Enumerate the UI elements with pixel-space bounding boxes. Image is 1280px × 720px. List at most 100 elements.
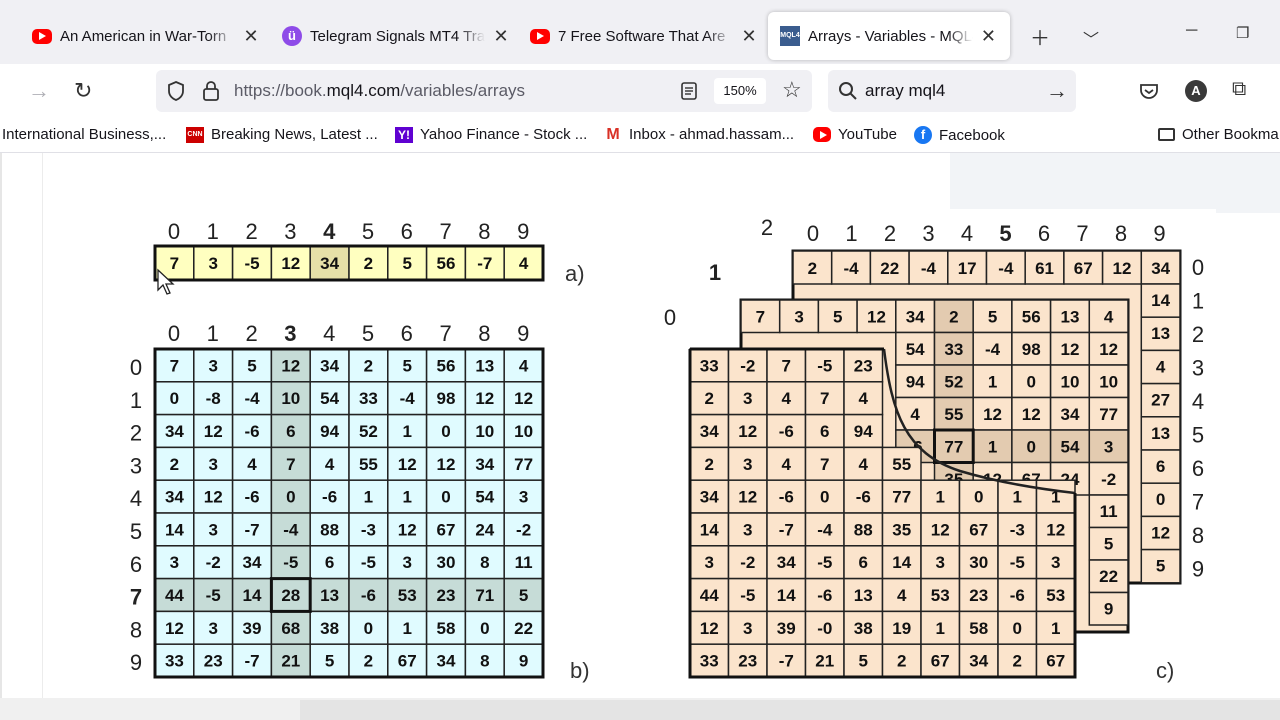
array-2d-cell-value: 5 [325, 652, 334, 671]
row-index-label: 7 [1192, 490, 1204, 515]
reader-view-icon[interactable] [680, 81, 698, 101]
url-text[interactable]: https://book.mql4.com/variables/arrays [234, 81, 525, 101]
array-2d-cell-value: 4 [325, 455, 335, 474]
array-3d-front-cell-value: 94 [854, 422, 873, 441]
folder-icon [1158, 128, 1175, 141]
array-2d-cell-value: 12 [204, 422, 223, 441]
youtube-icon [813, 127, 831, 142]
column-index-label: 4 [323, 219, 336, 244]
array-3d-front-cell-value: 34 [700, 488, 719, 507]
array-3d-mid-cell-value: 13 [1060, 307, 1079, 326]
array-2d-cell-value: 4 [519, 356, 529, 375]
array-3d-mid-cell-value: 10 [1099, 372, 1118, 391]
tab-2[interactable]: 7 Free Software That Are ✕ [518, 12, 771, 60]
bookmark-star-icon[interactable]: ☆ [782, 77, 802, 103]
search-bar[interactable]: array mql4 → [828, 70, 1076, 112]
bookmark-gmail[interactable]: M Inbox - ahmad.hassam... [604, 126, 794, 143]
array-3d-back-cell-value: 27 [1151, 391, 1170, 410]
row-index-label: 6 [1192, 456, 1204, 481]
array-2d-cell-value: 38 [320, 619, 339, 638]
row-index-label: 8 [130, 617, 142, 642]
array-3d-front-cell-value: 4 [782, 455, 792, 474]
array-2d-cell-value: 3 [208, 619, 217, 638]
tab-title: Arrays - Variables - MQL4 [808, 27, 973, 45]
array-2d-cell-value: 23 [204, 652, 223, 671]
bookmark-youtube[interactable]: YouTube [813, 126, 897, 143]
close-icon[interactable]: ✕ [739, 26, 759, 47]
extensions-icon[interactable]: ⧉ [1232, 78, 1246, 101]
bookmark-yahoo-finance[interactable]: Y! Yahoo Finance - Stock ... [395, 126, 587, 143]
go-arrow-icon[interactable]: → [1046, 78, 1068, 104]
shield-icon[interactable] [166, 80, 186, 102]
array-2d-cell-value: -4 [400, 389, 416, 408]
array-3d-front-cell-value: -0 [817, 619, 832, 638]
lock-icon[interactable] [202, 80, 220, 102]
array-2d-cell-value: 1 [364, 488, 373, 507]
array-3d-front-cell-value: -6 [817, 586, 832, 605]
browser-window: An American in War-Torn ✕ ü Telegram Sig… [0, 0, 1280, 720]
array-3d-front-cell-value: -5 [1010, 553, 1025, 572]
reload-icon[interactable]: ↻ [74, 78, 92, 104]
close-icon[interactable]: ✕ [979, 26, 998, 47]
array-3d-back-cell-value: 14 [1151, 291, 1170, 310]
array-2d-cell-value: 39 [243, 619, 262, 638]
array-2d-cell-value: 3 [170, 553, 179, 572]
tab-title: 7 Free Software That Are [558, 27, 726, 45]
array-3d-front-cell-value: 3 [743, 455, 752, 474]
array-2d-cell-value: -6 [361, 586, 376, 605]
array-2d-cell-value: -7 [244, 520, 259, 539]
array-2d-cell-value: 34 [165, 488, 184, 507]
minimize-icon[interactable]: ─ [1186, 22, 1197, 40]
array-2d-cell-value: 0 [441, 488, 450, 507]
array-2d-cell-value: 3 [208, 455, 217, 474]
array-2d-cell-value: 33 [165, 652, 184, 671]
array-3d-back-cell-value: 61 [1035, 259, 1054, 278]
depth-index-label: 2 [761, 215, 773, 240]
array-3d-front-cell-value: 5 [859, 652, 868, 671]
new-tab-plus-icon[interactable]: ＋ [1030, 22, 1050, 51]
restore-window-icon[interactable]: ❐ [1236, 24, 1249, 42]
tab-3-active[interactable]: MQL4 Arrays - Variables - MQL4 ✕ [768, 12, 1010, 60]
column-index-label: 5 [362, 219, 374, 244]
array-3d-front-cell-value: 12 [931, 520, 950, 539]
pocket-icon[interactable] [1139, 81, 1159, 101]
tab-1[interactable]: ü Telegram Signals MT4 Tra ✕ [270, 12, 523, 60]
array-3d-front-cell-value: -6 [779, 422, 794, 441]
array-2d-cell-value: -6 [244, 488, 259, 507]
close-icon[interactable]: ✕ [241, 26, 261, 47]
url-bar[interactable]: https://book.mql4.com/variables/arrays 1… [156, 70, 812, 112]
search-input[interactable]: array mql4 [865, 81, 945, 101]
array-2d-cell-value: 12 [281, 356, 300, 375]
telegram-icon: ü [282, 26, 302, 46]
bookmark-international-business[interactable]: International Business,... [2, 126, 166, 143]
zoom-level-button[interactable]: 150% [714, 78, 766, 104]
tab-list-chevron-down-icon[interactable]: ﹀ [1083, 26, 1099, 50]
array-1d-cell-value: 56 [437, 254, 456, 273]
column-index-label: 6 [401, 321, 413, 346]
bookmark-cnn[interactable]: CNN Breaking News, Latest ... [186, 126, 378, 143]
facebook-icon: f [914, 126, 932, 144]
close-icon[interactable]: ✕ [491, 26, 511, 47]
array-3d-mid-cell-value: 7 [756, 307, 765, 326]
bookmark-facebook[interactable]: f Facebook [914, 126, 1005, 144]
column-index-label: 7 [1076, 221, 1088, 246]
account-avatar[interactable]: A [1185, 80, 1207, 102]
array-2d-cell-value: -7 [244, 652, 259, 671]
bookmark-other-bookmarks[interactable]: Other Bookma [1158, 126, 1279, 143]
array-3d-front-cell-value: 23 [854, 356, 873, 375]
forward-arrow-icon[interactable]: → [28, 78, 50, 104]
array-2d-cell-value: -5 [283, 553, 298, 572]
array-2d-cell-value: 34 [437, 652, 456, 671]
array-2d-cell-value: 3 [402, 553, 411, 572]
array-2d-cell-value: 88 [320, 520, 339, 539]
array-3d-front-cell-value: 2 [705, 455, 714, 474]
tab-0[interactable]: An American in War-Torn ✕ [20, 12, 273, 60]
youtube-icon [530, 28, 550, 44]
array-3d-front-cell-value: 14 [777, 586, 796, 605]
array-3d-back-cell-value: 13 [1151, 324, 1170, 343]
row-index-label: 7 [130, 585, 142, 610]
array-3d-front-cell-value: 4 [897, 586, 907, 605]
column-index-label: 3 [922, 221, 934, 246]
scrollbar-thumb[interactable] [300, 700, 1280, 720]
array-3d-front-cell-value: 4 [859, 389, 869, 408]
